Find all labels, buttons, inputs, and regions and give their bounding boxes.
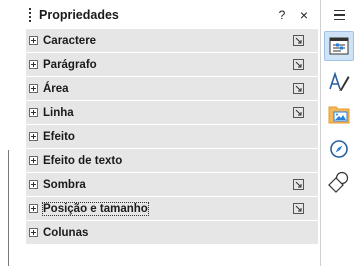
navigator-icon [330,140,348,158]
expand-icon[interactable] [29,156,38,165]
tab-shapes[interactable] [324,167,354,197]
more-options-icon[interactable] [293,107,304,118]
more-options-icon[interactable] [293,203,304,214]
section-list: Caractere Parágrafo Área Linha Efeito Ef… [26,29,318,245]
shapes-icon [328,171,349,193]
deck-title: Propriedades [39,8,119,22]
section-paragrafo[interactable]: Parágrafo [26,53,318,76]
drag-handle-icon[interactable] [27,8,33,22]
section-label: Sombra [43,178,86,191]
section-posicao-e-tamanho[interactable]: Posição e tamanho [26,197,318,220]
scrollbar-track[interactable] [8,150,9,266]
section-label: Posição e tamanho [42,201,149,216]
section-label: Caractere [43,34,97,47]
properties-icon [329,37,349,55]
expand-icon[interactable] [29,180,38,189]
section-efeito[interactable]: Efeito [26,125,318,148]
more-options-icon[interactable] [293,179,304,190]
section-sombra[interactable]: Sombra [26,173,318,196]
tab-styles[interactable] [324,66,354,96]
tab-gallery[interactable] [324,99,354,129]
close-button[interactable]: × [296,7,312,23]
expand-icon[interactable] [29,36,38,45]
expand-icon[interactable] [29,60,38,69]
section-area[interactable]: Área [26,77,318,100]
section-label: Parágrafo [43,58,97,71]
more-options-icon[interactable] [293,35,304,46]
help-button[interactable]: ? [274,7,290,23]
document-gutter [0,0,20,266]
section-colunas[interactable]: Colunas [26,221,318,244]
more-options-icon[interactable] [293,83,304,94]
tab-properties[interactable] [324,31,354,61]
tab-navigator[interactable] [324,134,354,164]
more-options-icon[interactable] [293,59,304,70]
section-label: Efeito de texto [43,154,123,167]
section-label: Linha [43,106,74,119]
deck-title-bar: Propriedades ? × [20,3,320,27]
section-label: Área [43,82,69,95]
properties-deck: Propriedades ? × Caractere Parágrafo Áre… [20,0,320,266]
section-efeito-de-texto[interactable]: Efeito de texto [26,149,318,172]
styles-icon [329,71,350,91]
section-linha[interactable]: Linha [26,101,318,124]
section-caractere[interactable]: Caractere [26,29,318,52]
section-label: Colunas [43,226,89,239]
expand-icon[interactable] [29,108,38,117]
expand-icon[interactable] [29,228,38,237]
gallery-icon [328,106,350,124]
expand-icon[interactable] [29,84,38,93]
sidebar-tabbar [320,0,357,266]
hamburger-menu-icon[interactable] [330,7,348,23]
section-label: Efeito [43,130,75,143]
expand-icon[interactable] [29,204,38,213]
expand-icon[interactable] [29,132,38,141]
